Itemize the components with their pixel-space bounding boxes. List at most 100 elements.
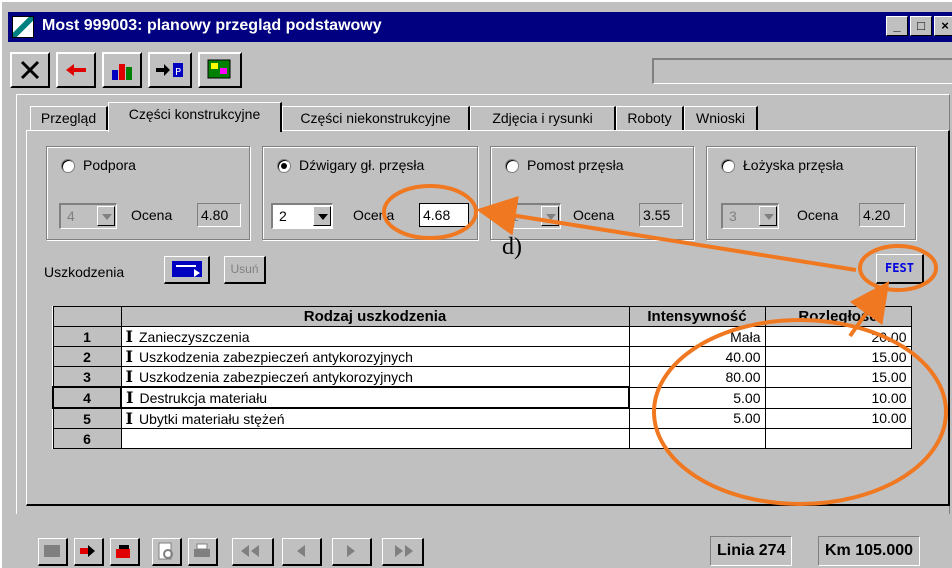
last-record-button[interactable]: [382, 538, 424, 566]
window-title: Most 999003: planowy przegląd podstawowy: [42, 17, 382, 34]
print-button[interactable]: [188, 538, 218, 566]
ocena-label: Ocena: [131, 207, 173, 223]
radio-dzwigary[interactable]: [277, 159, 291, 173]
toolbar: P: [10, 52, 952, 88]
back-arrow-icon: [66, 64, 86, 76]
table-view-button[interactable]: [38, 538, 68, 566]
column-header-type[interactable]: Rodzaj uszkodzenia: [120, 306, 630, 327]
row-number[interactable]: 2: [52, 346, 122, 367]
minimize-button[interactable]: _: [886, 16, 908, 36]
table-row[interactable]: 5 I Ubytki materiału stężeń 5.00 10.00: [52, 407, 912, 429]
table-row[interactable]: 6: [52, 428, 912, 449]
chevron-down-icon[interactable]: [541, 206, 559, 226]
row-number[interactable]: 4: [52, 386, 122, 409]
dzwigary-select[interactable]: 2: [271, 203, 333, 229]
add-damage-icon: [171, 261, 202, 277]
table-row[interactable]: 1 I Zanieczyszczenia Mała 20.00: [52, 326, 912, 347]
add-damage-button[interactable]: [164, 256, 210, 284]
last-icon: [395, 545, 413, 557]
tab-roboty[interactable]: Roboty: [616, 106, 684, 130]
extent-cell[interactable]: 10.00: [764, 386, 912, 409]
lozyska-select[interactable]: 3: [721, 203, 779, 229]
fest-button[interactable]: FEST: [876, 254, 924, 284]
damage-type-cell[interactable]: I Zanieczyszczenia: [120, 326, 630, 347]
svg-text:P: P: [175, 67, 181, 78]
row-number[interactable]: 6: [52, 428, 122, 449]
extent-cell[interactable]: [764, 428, 912, 449]
ocena-label: Ocena: [353, 207, 395, 223]
chevron-down-icon[interactable]: [759, 206, 777, 226]
column-header-extent[interactable]: Rozległość: [764, 306, 912, 327]
damage-type-cell[interactable]: I Uszkodzenia zabezpieczeń antykorozyjnyc…: [120, 346, 630, 367]
delete-button[interactable]: Usuń: [224, 256, 266, 284]
extent-cell[interactable]: 15.00: [764, 346, 912, 367]
first-record-button[interactable]: [232, 538, 274, 566]
intensity-cell[interactable]: 80.00: [628, 366, 766, 388]
status-km: Km 105.000: [818, 536, 921, 566]
radio-lozyska[interactable]: [721, 159, 735, 173]
go-button[interactable]: [74, 538, 104, 566]
damage-type-cell[interactable]: I Destrukcja materiału: [120, 386, 630, 409]
table-row[interactable]: 4 I Destrukcja materiału 5.00 10.00: [52, 386, 912, 409]
export-button[interactable]: P: [148, 52, 192, 88]
tab-zdjecia-i-rysunki[interactable]: Zdjęcia i rysunki: [470, 106, 616, 130]
report-button[interactable]: [110, 538, 140, 566]
damage-type-cell[interactable]: I Ubytki materiału stężeń: [120, 407, 630, 429]
next-record-button[interactable]: [332, 538, 372, 566]
tab-przeglad[interactable]: Przegląd: [30, 106, 108, 130]
export-icon: P: [156, 63, 183, 78]
chevron-down-icon[interactable]: [313, 206, 331, 226]
preview-button[interactable]: [152, 538, 182, 566]
table-row[interactable]: 2 I Uszkodzenia zabezpieczeń antykorozyjn…: [52, 346, 912, 367]
intensity-cell[interactable]: 5.00: [628, 386, 766, 409]
ocena-label: Ocena: [573, 207, 615, 223]
previous-record-button[interactable]: [282, 538, 322, 566]
group-lozyska: Łożyska przęsła 3 Ocena 4.20: [706, 146, 916, 240]
radio-pomost[interactable]: [505, 159, 519, 173]
extent-cell[interactable]: 20.00: [764, 326, 912, 347]
close-icon: [20, 60, 40, 80]
chart-icon: [112, 64, 132, 80]
row-number[interactable]: 3: [52, 366, 122, 388]
title-bar: Most 999003: planowy przegląd podstawowy…: [8, 12, 952, 42]
tab-wnioski[interactable]: Wnioski: [684, 106, 758, 130]
arrow-right-icon: [80, 545, 95, 557]
extent-cell[interactable]: 15.00: [764, 366, 912, 388]
previous-icon: [297, 545, 305, 557]
preview-icon: [158, 542, 173, 560]
intensity-cell[interactable]: 5.00: [628, 407, 766, 429]
i-beam-icon: I: [125, 409, 133, 428]
podpora-select[interactable]: 4: [59, 203, 117, 229]
i-beam-icon: I: [125, 327, 133, 346]
chart-button[interactable]: [102, 52, 142, 88]
app-icon: [12, 16, 34, 38]
back-button[interactable]: [56, 52, 96, 88]
row-number[interactable]: 1: [52, 326, 122, 347]
printer-icon: [194, 543, 210, 557]
column-header-intensity[interactable]: Intensywność: [628, 306, 766, 327]
table-row[interactable]: 3 I Uszkodzenia zabezpieczeń antykorozyjn…: [52, 366, 912, 388]
status-linia: Linia 274: [710, 536, 793, 566]
pomost-select[interactable]: 1: [503, 203, 561, 229]
intensity-cell[interactable]: [628, 428, 766, 449]
group-label: Pomost przęsła: [527, 157, 624, 173]
radio-podpora[interactable]: [61, 159, 75, 173]
tab-czesci-konstrukcyjne[interactable]: Części konstrukcyjne: [108, 102, 282, 132]
tab-czesci-niekonstrukcyjne[interactable]: Części niekonstrukcyjne: [282, 106, 470, 130]
extent-cell[interactable]: 10.00: [764, 407, 912, 429]
damages-table: Rodzaj uszkodzenia Intensywność Rozległo…: [52, 306, 912, 449]
map-icon: [207, 59, 231, 79]
close-toolbar-button[interactable]: [10, 52, 50, 88]
row-number[interactable]: 5: [52, 407, 122, 429]
close-window-button[interactable]: ×: [934, 16, 952, 36]
i-beam-icon: I: [125, 367, 133, 386]
damage-type-cell[interactable]: [120, 428, 630, 449]
chevron-down-icon[interactable]: [97, 206, 115, 226]
group-podpora: Podpora 4 Ocena 4.80: [46, 146, 250, 240]
i-beam-icon: I: [125, 347, 133, 366]
map-button[interactable]: [198, 52, 242, 88]
intensity-cell[interactable]: Mała: [628, 326, 766, 347]
maximize-button[interactable]: □: [910, 16, 932, 36]
intensity-cell[interactable]: 40.00: [628, 346, 766, 367]
damage-type-cell[interactable]: I Uszkodzenia zabezpieczeń antykorozyjnyc…: [120, 366, 630, 388]
